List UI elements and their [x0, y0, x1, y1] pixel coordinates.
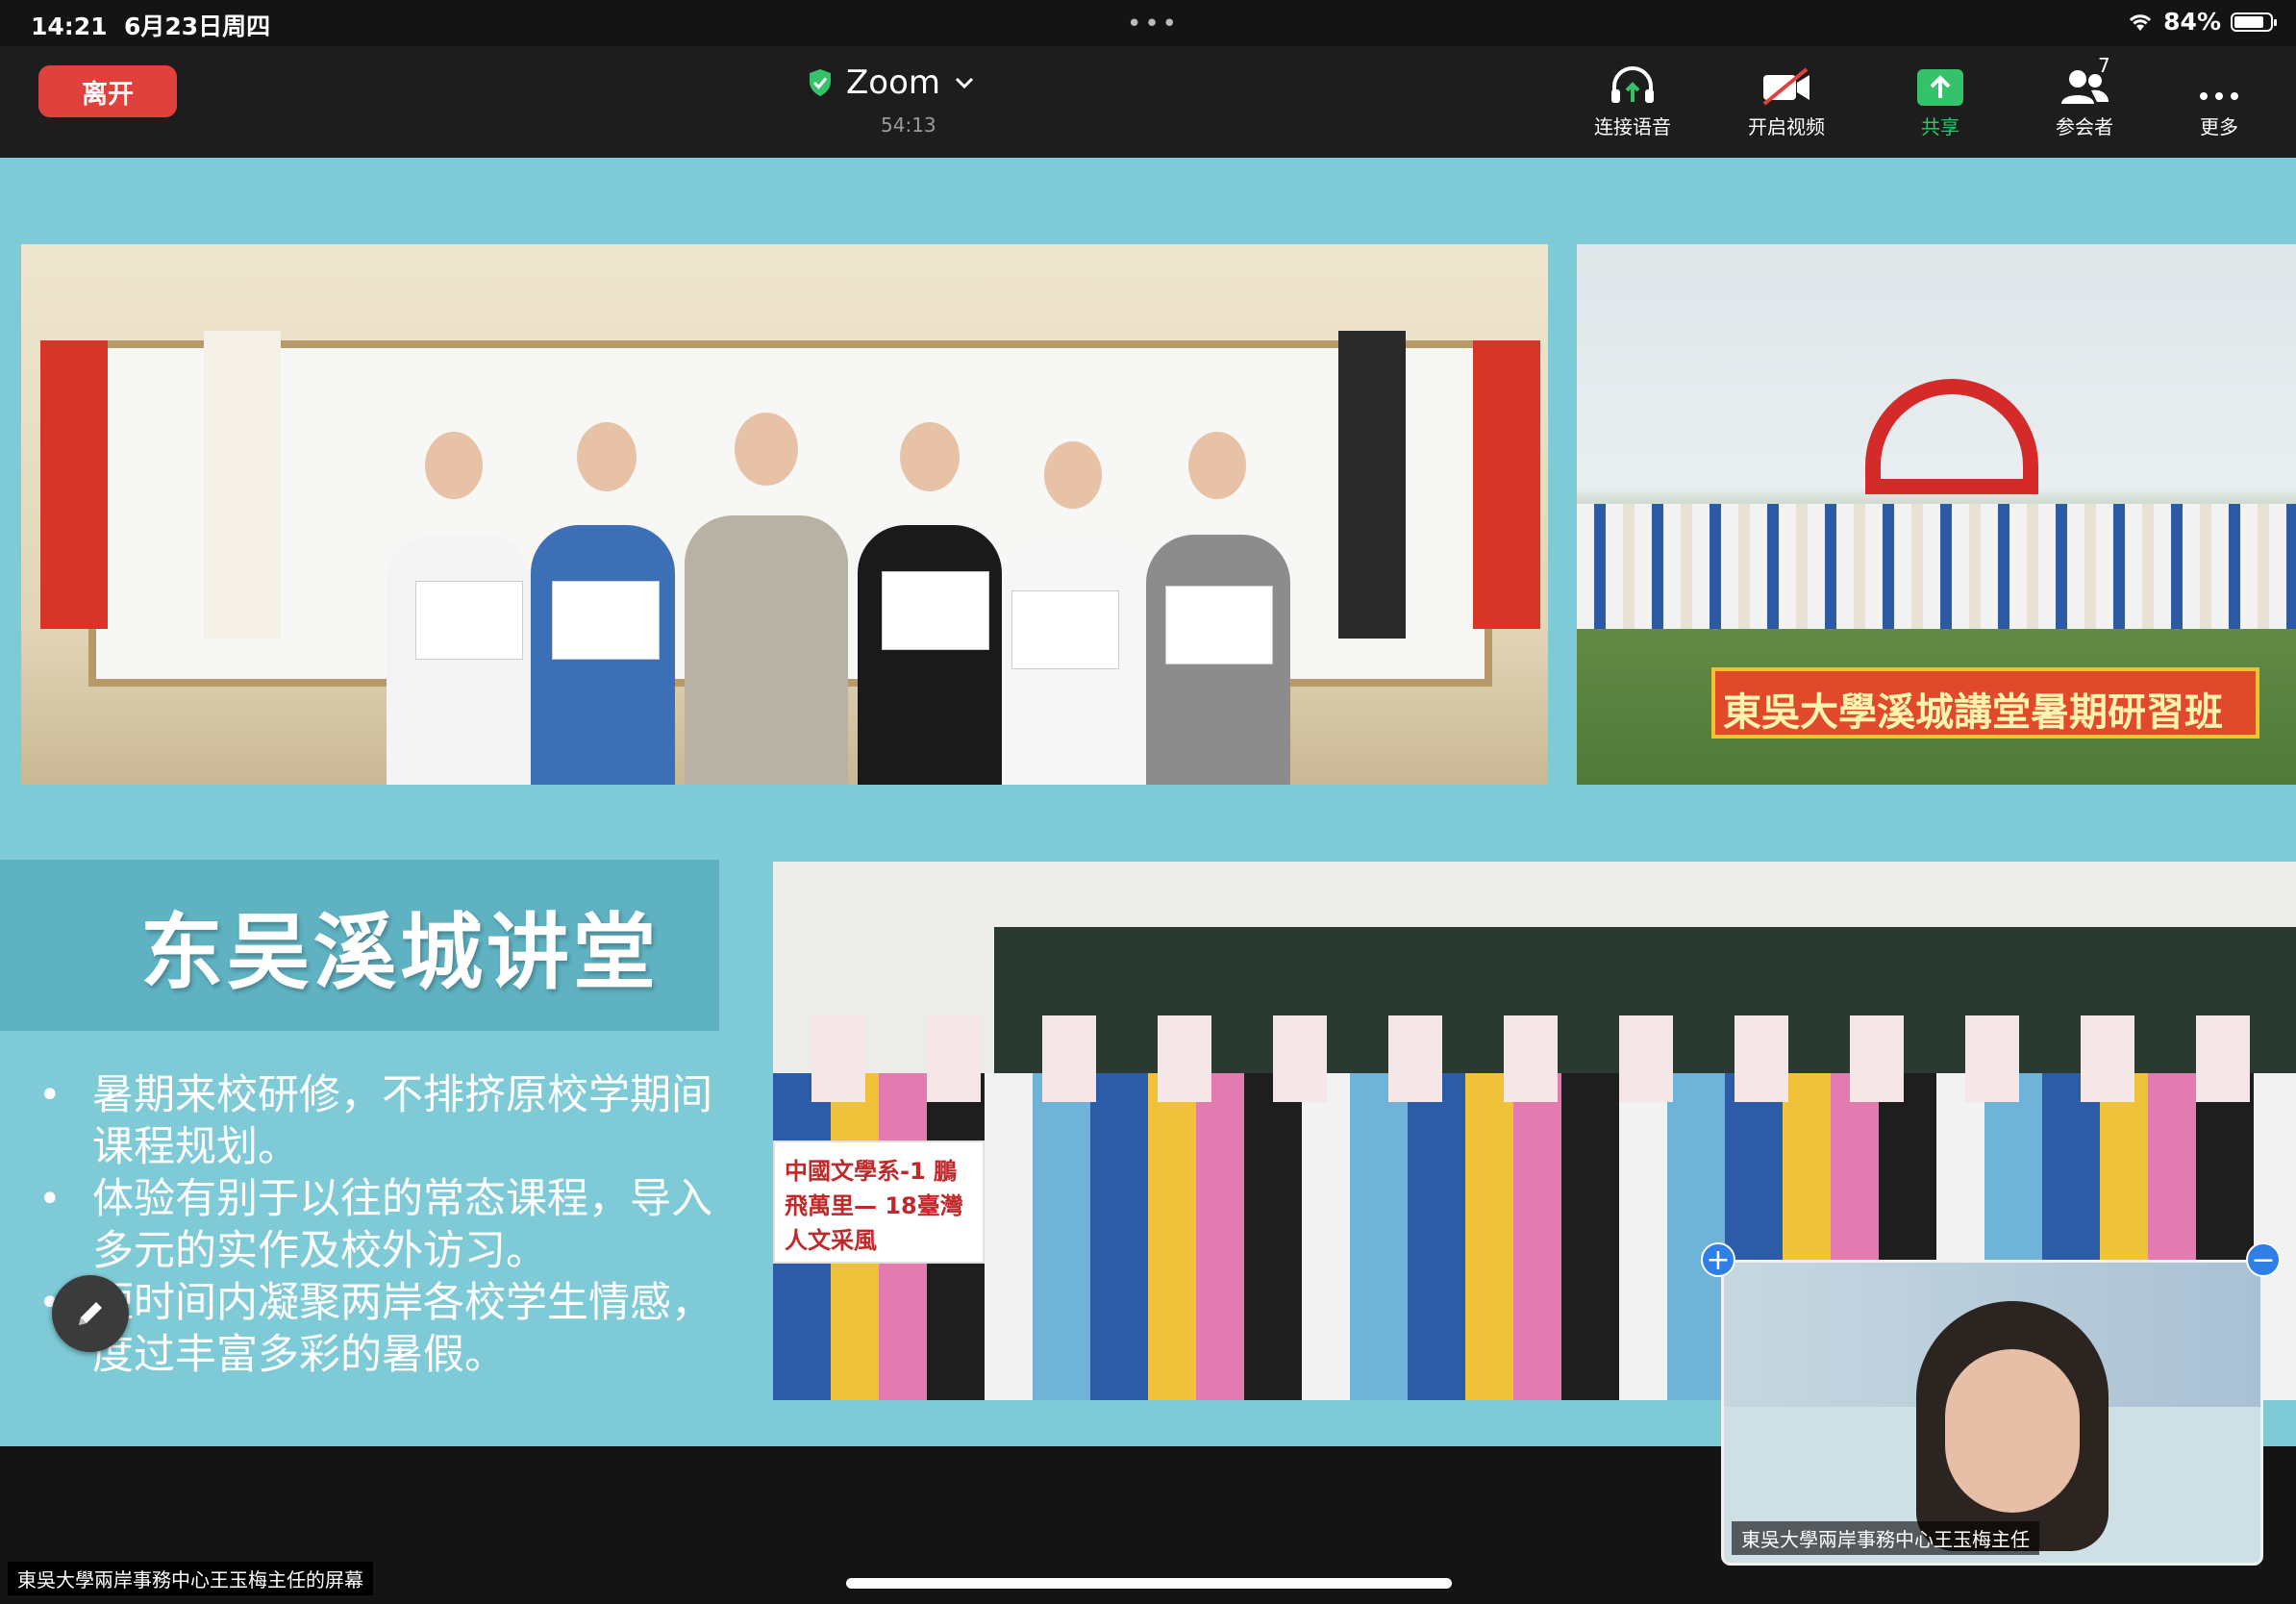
pencil-icon: [79, 1302, 102, 1325]
headphone-icon: [1611, 66, 1654, 103]
photo-banner: 東吳大學溪城講堂暑期研習班: [1711, 667, 2259, 739]
slide-photo-ceremony: [21, 244, 1548, 785]
video-off-icon: [1762, 67, 1809, 106]
shield-check-icon: [810, 69, 831, 96]
participants-button[interactable]: 7 参会者: [2027, 54, 2142, 139]
photo-sign-text: 中國文學系-1 鵬飛萬里— 18臺灣人文采風: [785, 1158, 963, 1254]
more-label: 更多: [2200, 115, 2238, 138]
annotate-button[interactable]: [52, 1275, 129, 1352]
plus-icon: +: [1706, 1243, 1731, 1277]
photo-certificate: [1165, 586, 1273, 664]
more-button[interactable]: 更多: [2161, 54, 2277, 139]
leave-button[interactable]: 离开: [38, 65, 177, 117]
multitask-dots-icon[interactable]: •••: [1127, 10, 1180, 38]
photo-certificate: [552, 581, 660, 660]
video-tile-name: 東吳大學兩岸事務中心王玉梅主任: [1732, 1521, 2039, 1555]
photo-face: [425, 432, 483, 499]
video-tile-minimize-button[interactable]: −: [2246, 1242, 2281, 1277]
photo-person: [685, 515, 848, 785]
meeting-toolbar: 离开 Zoom 54:13 连接语音 开启视频 共享 7 参会者 更多: [0, 46, 2296, 158]
photo-heart-sculpture: [1865, 379, 2038, 494]
video-person-face: [1945, 1349, 2080, 1513]
photo-face: [577, 422, 636, 491]
meeting-title[interactable]: Zoom: [808, 63, 975, 102]
start-video-label: 开启视频: [1748, 115, 1825, 138]
status-bar: 14:21 6月23日周四 ••• 84%: [0, 0, 2296, 46]
join-audio-button[interactable]: 连接语音: [1575, 54, 1690, 139]
photo-face: [900, 422, 960, 491]
meeting-timer: 54:13: [881, 113, 936, 137]
photo-certificate: [882, 571, 989, 650]
video-tile[interactable]: 東吳大學兩岸事務中心王玉梅主任: [1721, 1260, 2263, 1566]
photo-banner-text: 東吳大學溪城講堂暑期研習班: [1723, 690, 2223, 735]
slide-bullet: 暑期来校研修，不排挤原校学期间课程规划。: [38, 1069, 731, 1173]
share-button[interactable]: 共享: [1883, 54, 1998, 139]
photo-flag-red-right: [1473, 340, 1540, 629]
photo-person: [387, 535, 531, 785]
photo-person: [858, 525, 1002, 785]
slide-bullets: 暑期来校研修，不排挤原校学期间课程规划。 体验有别于以往的常态课程，导入多元的实…: [38, 1069, 731, 1381]
share-label: 共享: [1921, 115, 1959, 138]
photo-face: [735, 413, 798, 486]
home-indicator[interactable]: [846, 1578, 1452, 1589]
slide-bullet: 体验有别于以往的常态课程，导入多元的实作及校外访习。: [38, 1173, 731, 1277]
photo-face: [1188, 432, 1246, 499]
join-audio-label: 连接语音: [1594, 115, 1671, 138]
minus-icon: −: [2251, 1243, 2276, 1277]
photo-flag-black: [1338, 331, 1406, 639]
status-time-date: 14:21 6月23日周四: [31, 13, 271, 40]
start-video-button[interactable]: 开启视频: [1729, 54, 1844, 139]
slide-title: 东吴溪城讲堂: [140, 905, 660, 1001]
chevron-down-icon: [955, 77, 974, 89]
photo-flag-white: [204, 331, 281, 639]
participants-label: 参会者: [2056, 115, 2113, 138]
screen-owner-label: 東吳大學兩岸事務中心王玉梅主任的屏幕: [8, 1562, 373, 1595]
photo-sign: 中國文學系-1 鵬飛萬里— 18臺灣人文采風: [773, 1140, 985, 1264]
wifi-icon: [2130, 13, 2152, 31]
video-tile-add-button[interactable]: +: [1701, 1242, 1735, 1277]
status-right: 84%: [2127, 8, 2277, 36]
battery-icon: [2231, 12, 2277, 32]
photo-certificate: [415, 581, 523, 660]
photo-certificate: [1011, 590, 1119, 669]
photo-flag-red: [40, 340, 108, 629]
slide-title-band: 东吴溪城讲堂: [0, 860, 719, 1031]
slide-bullet: 短时间内凝聚两岸各校学生情感，度过丰富多彩的暑假。: [38, 1277, 731, 1381]
meeting-title-text: Zoom: [846, 63, 941, 102]
participants-count: 7: [2098, 54, 2110, 77]
shared-screen[interactable]: 東吳大學溪城講堂暑期研習班 东吴溪城讲堂 暑期来校研修，不排挤原校学期间课程规划…: [0, 158, 2296, 1446]
more-dots-icon: [2200, 92, 2238, 100]
photo-faces: [773, 1015, 2296, 1102]
battery-percent: 84%: [2163, 8, 2221, 36]
share-up-icon: [1917, 69, 1963, 106]
photo-face: [1044, 441, 1102, 509]
photo-crowd: [1577, 504, 2296, 629]
slide-photo-group-heart: 東吳大學溪城講堂暑期研習班: [1577, 244, 2296, 785]
